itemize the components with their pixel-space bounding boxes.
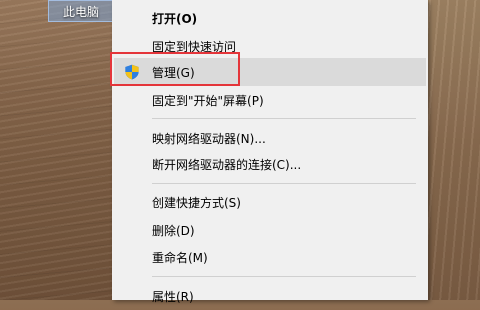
menu-item-rename[interactable]: 重命名(M) [114,243,426,271]
menu-item-pin-start[interactable]: 固定到"开始"屏幕(P) [114,86,426,114]
menu-item-properties-label: 属性(R) [152,289,194,304]
menu-item-rename-label: 重命名(M) [152,250,208,265]
menu-item-delete-label: 删除(D) [152,223,195,238]
context-menu: 打开(O) 固定到快速访问 管理(G) 固定到"开始"屏幕(P) 映射网络驱动器… [112,0,428,304]
menu-item-open-label: 打开(O) [152,11,198,26]
menu-separator [152,183,416,184]
menu-item-create-shortcut[interactable]: 创建快捷方式(S) [114,188,426,216]
highlight-annotation-box [110,52,240,86]
menu-item-create-shortcut-label: 创建快捷方式(S) [152,195,241,210]
this-pc-label: 此电脑 [63,5,100,19]
menu-item-open[interactable]: 打开(O) [114,4,426,32]
menu-item-pin-start-label: 固定到"开始"屏幕(P) [152,93,264,108]
menu-separator [152,118,416,119]
menu-item-map-drive-label: 映射网络驱动器(N)... [152,131,266,146]
menu-item-disconnect-drive-label: 断开网络驱动器的连接(C)... [152,157,302,172]
menu-separator [152,276,416,277]
menu-item-map-drive[interactable]: 映射网络驱动器(N)... [114,124,426,152]
menu-item-delete[interactable]: 删除(D) [114,216,426,244]
menu-item-disconnect-drive[interactable]: 断开网络驱动器的连接(C)... [114,150,426,178]
menu-item-properties[interactable]: 属性(R) [114,282,426,310]
